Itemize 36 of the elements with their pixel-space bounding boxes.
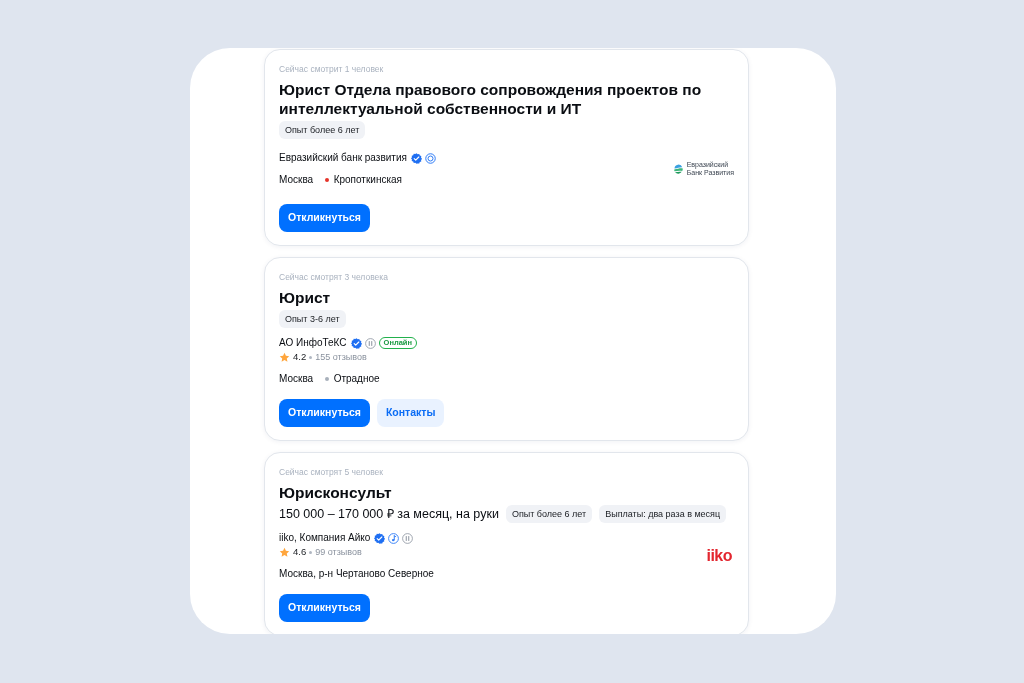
tag: Выплаты: два раза в месяц — [599, 505, 727, 523]
respond-button[interactable]: Откликнуться — [279, 399, 370, 427]
respond-button[interactable]: Откликнуться — [279, 594, 370, 622]
city-text: Москва — [279, 173, 314, 187]
salary-text: 150 000 – 170 000 ₽ за месяц, на руки — [279, 506, 499, 523]
viewers-count: Сейчас смотрят 3 человека — [279, 271, 389, 283]
tag: Опыт 3-6 лет — [279, 310, 346, 328]
viewers-count: Сейчас смотрят 5 человек — [279, 466, 384, 478]
tag: Опыт более 6 лет — [279, 121, 366, 139]
city-text: Москва, р-н Чертаново Северное — [279, 567, 434, 581]
vacancy-title[interactable]: Юрисконсульт — [279, 483, 734, 502]
verified-icon — [374, 532, 386, 544]
rating-score: 4.6 — [293, 545, 307, 559]
tag: Опыт более 6 лет — [505, 505, 593, 523]
vacancy-title[interactable]: Юрист — [279, 288, 734, 307]
company-name[interactable]: АО ИнфоТеКС — [279, 336, 347, 350]
logo-text: iiko — [706, 548, 732, 564]
music-note-icon — [388, 532, 400, 544]
verified-icon — [350, 337, 362, 349]
star-icon — [279, 546, 290, 558]
city-text: Москва — [279, 372, 314, 386]
rating-score: 4.2 — [293, 350, 307, 364]
viewers-count: Сейчас смотрит 1 человек — [279, 63, 385, 75]
rings-icon — [424, 152, 436, 164]
logo-mark-icon — [672, 163, 684, 175]
verified-icon — [410, 152, 422, 164]
pause-circle-icon — [402, 532, 414, 544]
respond-button[interactable]: Откликнуться — [279, 204, 370, 232]
company-name[interactable]: iiko, Компания Айко — [279, 531, 371, 545]
vacancy-title[interactable]: Юрист Отдела правового сопровождения проектов по интеллектуальной собственности и ИТ — [279, 80, 734, 118]
pause-circle-icon — [364, 337, 376, 349]
metro-station: Кропоткинская — [333, 173, 402, 187]
star-icon — [279, 351, 290, 363]
company-name[interactable]: Евразийский банк развития — [279, 151, 407, 165]
contacts-button[interactable]: Контакты — [376, 399, 445, 427]
metro-station: Отрадное — [333, 372, 380, 386]
